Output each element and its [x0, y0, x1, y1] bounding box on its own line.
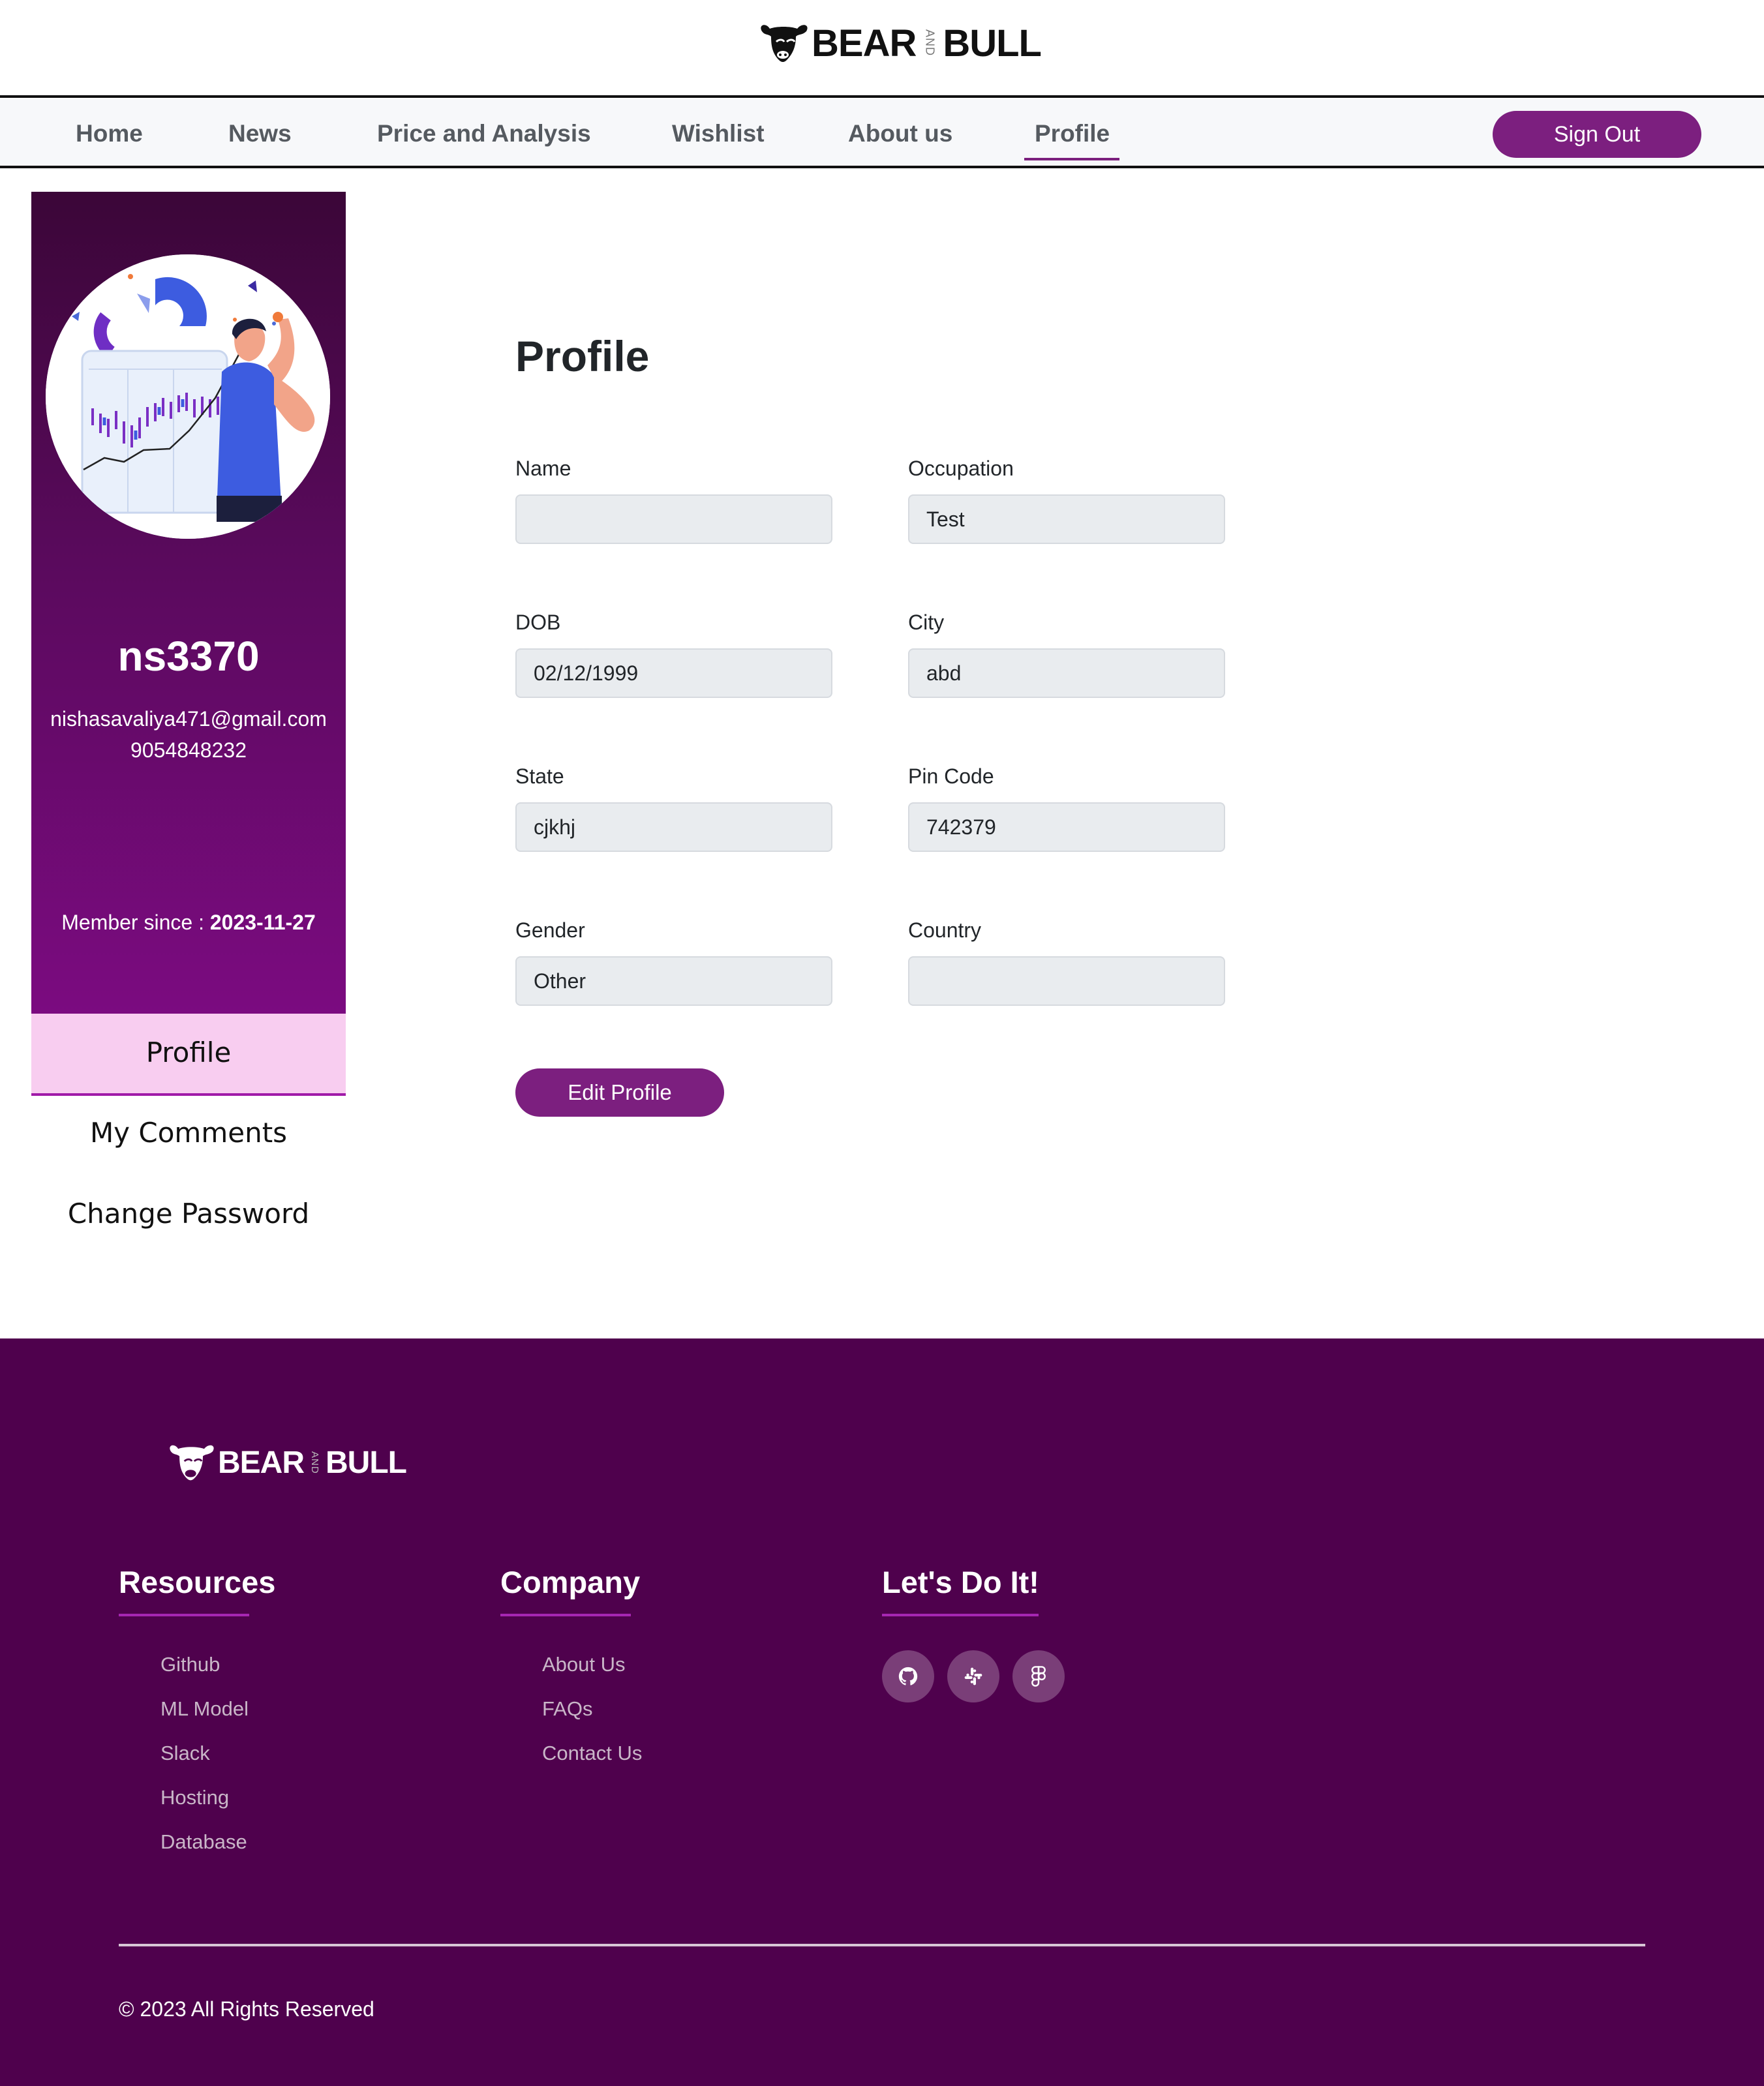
nav-about-us[interactable]: About us [848, 117, 952, 150]
pin-code-field[interactable]: 742379 [908, 802, 1225, 852]
top-header: BEAR AND BULL [0, 0, 1764, 98]
occupation-label: Occupation [908, 457, 1014, 480]
nav-price-and-analysis[interactable]: Price and Analysis [377, 117, 591, 150]
brand-bear-text: BEAR [812, 22, 917, 65]
figma-icon[interactable] [1012, 1650, 1065, 1702]
bull-logo-icon [761, 25, 808, 62]
footer-resources-underline [119, 1614, 249, 1616]
footer-social-heading: Let's Do It! [882, 1565, 1039, 1599]
brand-logo[interactable]: BEAR AND BULL [757, 17, 1042, 69]
nav-news[interactable]: News [228, 117, 292, 150]
footer-divider [119, 1944, 1645, 1946]
city-label: City [908, 611, 945, 634]
occupation-field[interactable]: Test [908, 494, 1225, 544]
footer-social-underline [882, 1614, 1039, 1616]
footer-link-contact-us[interactable]: Contact Us [542, 1742, 642, 1765]
sidebar-tab-profile[interactable]: Profile [31, 1014, 346, 1096]
footer-copyright: © 2023 All Rights Reserved [119, 1997, 374, 2021]
country-label: Country [908, 918, 982, 942]
footer-brand-logo[interactable]: BEAR AND BULL [166, 1436, 407, 1489]
site-footer: BEAR AND BULL Resources Github ML Model … [0, 1338, 1764, 2086]
state-label: State [515, 764, 564, 788]
gender-label: Gender [515, 918, 585, 942]
dob-field[interactable]: 02/12/1999 [515, 648, 832, 698]
page-title: Profile [515, 332, 650, 380]
pin-code-label: Pin Code [908, 764, 994, 788]
footer-link-hosting[interactable]: Hosting [160, 1786, 229, 1809]
avatar [46, 254, 330, 539]
nav-home[interactable]: Home [76, 117, 143, 150]
member-since: Member since : 2023-11-27 [31, 911, 346, 935]
city-field[interactable]: abd [908, 648, 1225, 698]
footer-link-ml-model[interactable]: ML Model [160, 1697, 249, 1721]
state-field[interactable]: cjkhj [515, 802, 832, 852]
gender-field[interactable]: Other [515, 956, 832, 1006]
brand-and-text: AND [923, 29, 937, 57]
footer-link-database[interactable]: Database [160, 1830, 247, 1854]
profile-phone: 9054848232 [130, 738, 247, 762]
sidebar-tab-change-password[interactable]: Change Password [31, 1191, 346, 1237]
footer-link-faqs[interactable]: FAQs [542, 1697, 593, 1721]
github-icon[interactable] [882, 1650, 934, 1702]
footer-brand-bear-text: BEAR [218, 1445, 305, 1480]
profile-sidebar: ns3370 nishasavaliya471@gmail.com 905484… [31, 192, 346, 1014]
footer-link-slack[interactable]: Slack [160, 1742, 210, 1765]
figma-glyph [1031, 1666, 1046, 1687]
member-since-date: 2023-11-27 [209, 911, 316, 934]
avatar-illustration [46, 254, 330, 539]
footer-company-heading: Company [500, 1565, 641, 1599]
github-glyph [898, 1667, 918, 1685]
sign-out-button[interactable]: Sign Out [1493, 111, 1701, 158]
dob-label: DOB [515, 611, 561, 634]
brand-bull-text: BULL [943, 22, 1042, 65]
nav-active-indicator [1024, 158, 1119, 160]
member-since-label: Member since : [61, 911, 204, 934]
main-nav: Home News Price and Analysis Wishlist Ab… [0, 99, 1764, 168]
footer-company-underline [500, 1614, 631, 1616]
profile-username: ns3370 [117, 633, 260, 680]
sidebar-tab-my-comments[interactable]: My Comments [31, 1110, 346, 1156]
profile-email: nishasavaliya471@gmail.com [50, 707, 327, 731]
footer-bull-logo-icon [170, 1445, 214, 1481]
footer-brand-and-text: AND [309, 1451, 321, 1474]
footer-brand-bull-text: BULL [326, 1445, 407, 1480]
slack-icon[interactable] [947, 1650, 999, 1702]
nav-wishlist[interactable]: Wishlist [672, 117, 765, 150]
country-field[interactable] [908, 956, 1225, 1006]
name-label: Name [515, 457, 571, 480]
footer-resources-heading: Resources [119, 1565, 276, 1599]
footer-link-github[interactable]: Github [160, 1653, 220, 1676]
edit-profile-button[interactable]: Edit Profile [515, 1068, 724, 1117]
name-field[interactable] [515, 494, 832, 544]
footer-link-about-us[interactable]: About Us [542, 1653, 626, 1676]
nav-profile[interactable]: Profile [1035, 117, 1110, 150]
slack-glyph [964, 1667, 982, 1685]
